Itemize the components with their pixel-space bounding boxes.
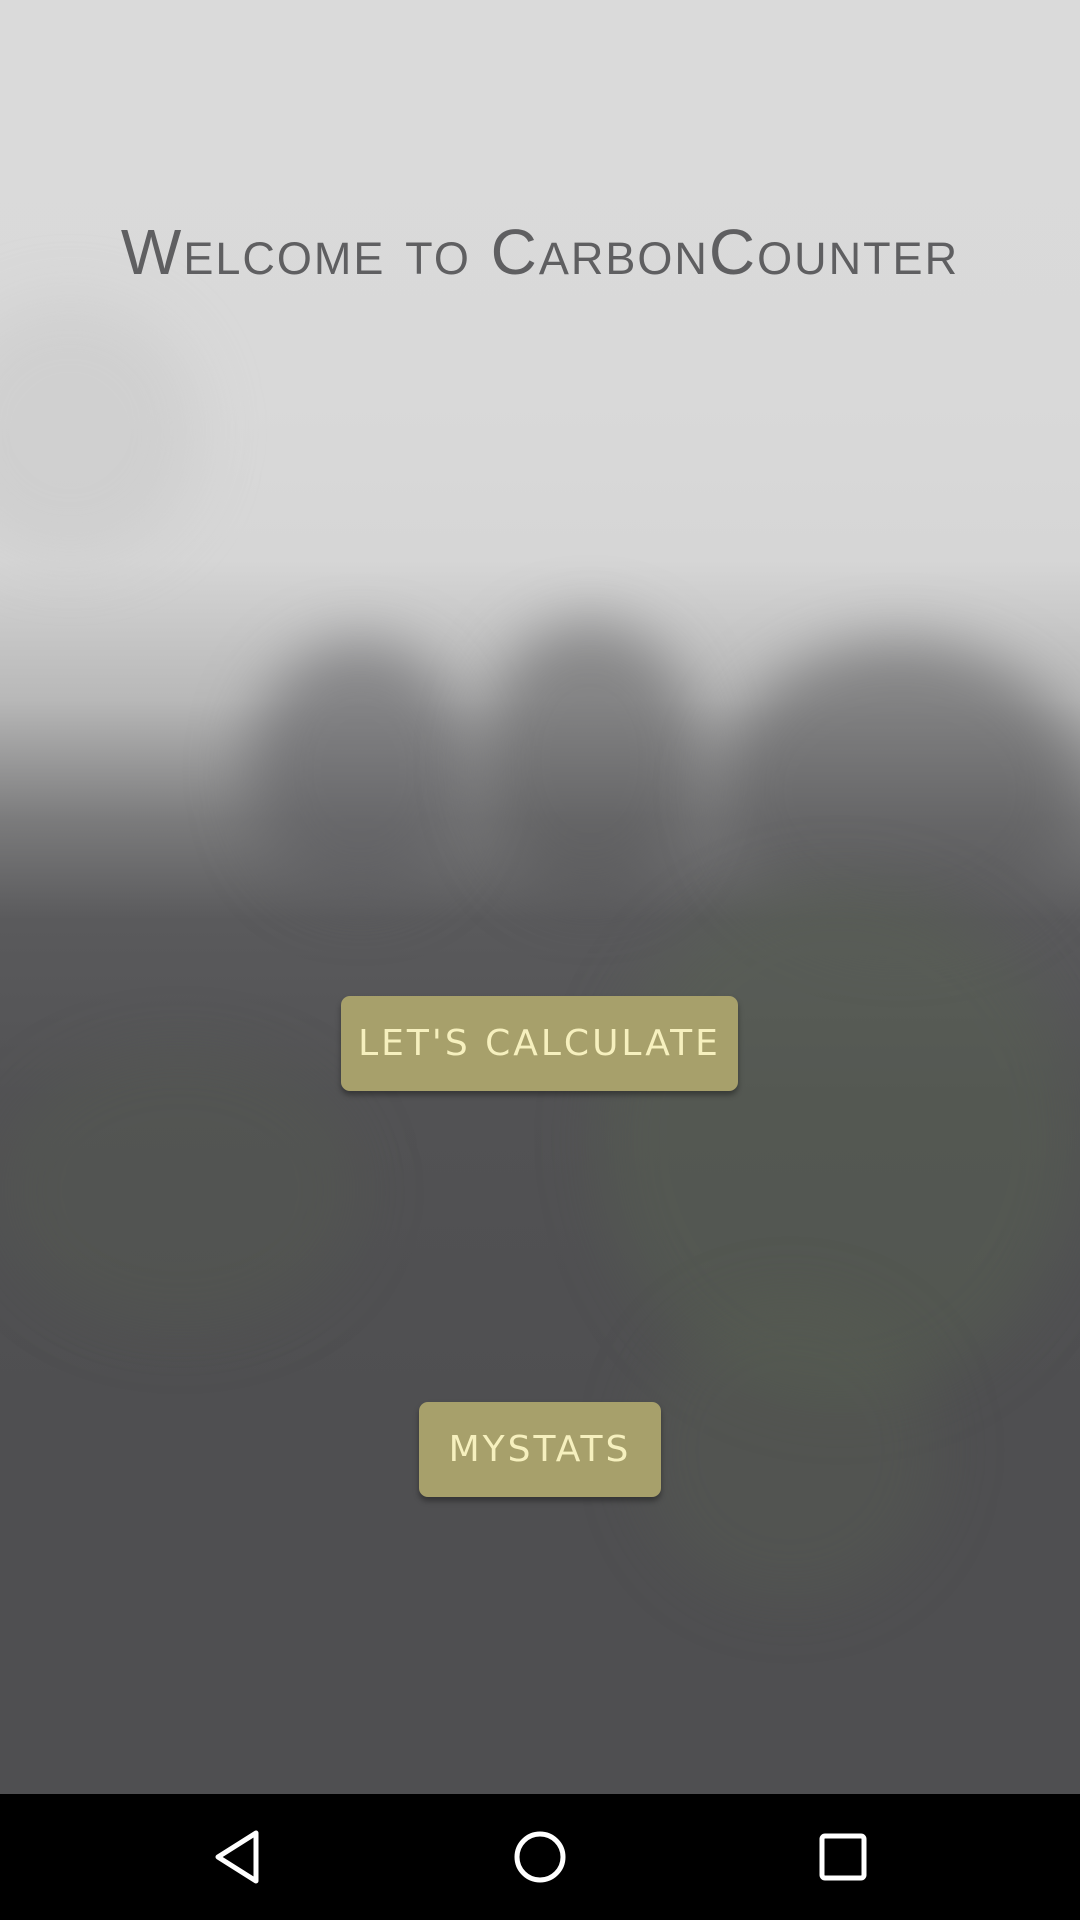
welcome-title: Welcome to CarbonCounter [120, 216, 960, 288]
recents-square-icon[interactable] [783, 1794, 903, 1920]
lets-calculate-button[interactable]: Let's Calculate [341, 996, 738, 1091]
mystats-button[interactable]: MyStats [419, 1402, 661, 1497]
back-triangle-icon[interactable] [177, 1794, 297, 1920]
system-navigation-bar [0, 1794, 1080, 1920]
home-circle-icon[interactable] [480, 1794, 600, 1920]
app-screen: Welcome to CarbonCounter Let's Calculate… [0, 0, 1080, 1920]
